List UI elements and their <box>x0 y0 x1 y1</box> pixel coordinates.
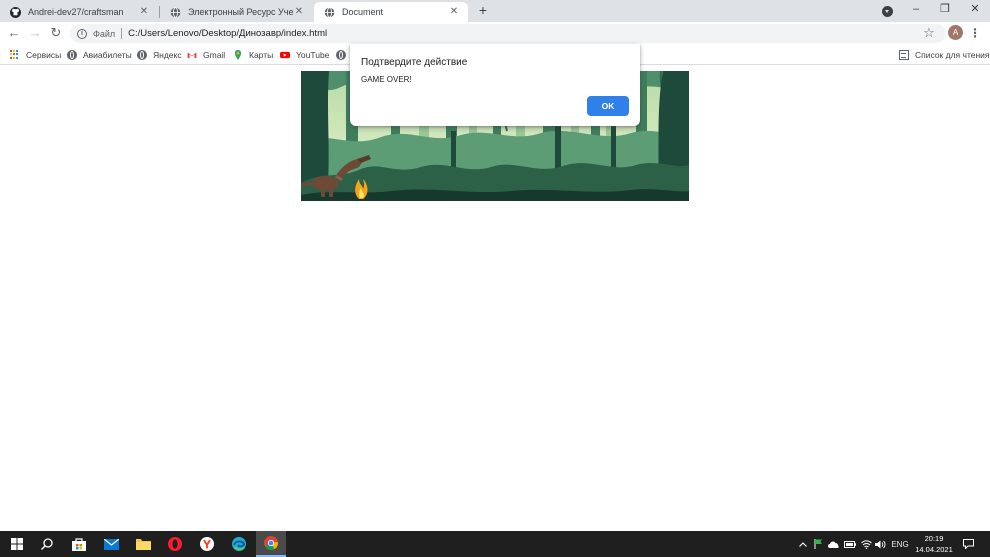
back-arrow-icon[interactable]: ← <box>6 25 22 41</box>
volume-icon[interactable] <box>874 531 887 557</box>
flag-icon[interactable] <box>812 531 824 557</box>
minimize-button[interactable]: – <box>901 0 931 20</box>
bookmark-label: Сервисы <box>26 49 62 60</box>
language-indicator[interactable]: ENG <box>889 531 911 557</box>
bookmark-star-icon[interactable]: ☆ <box>921 25 937 41</box>
tab-title: Document <box>342 7 384 17</box>
onedrive-cloud-icon[interactable] <box>827 531 841 557</box>
bookmark-avia[interactable]: Авиабилеты <box>67 48 132 61</box>
tab-title: Andrei-dev27/craftsman <box>28 7 124 17</box>
omnibox-divider <box>121 28 123 39</box>
ok-button[interactable]: OK <box>587 96 629 116</box>
alert-dialog: Подтвердите действие GAME OVER! OK <box>350 44 640 126</box>
bookmark-services[interactable]: Сервисы <box>10 48 61 61</box>
close-tab-icon[interactable]: ✕ <box>138 6 150 18</box>
bookmark-label: Авиабилеты <box>83 49 132 60</box>
edge-icon[interactable] <box>224 531 254 557</box>
youtube-icon <box>280 51 290 58</box>
notification-center-icon[interactable] <box>960 531 976 557</box>
forward-arrow-icon[interactable]: → <box>27 25 43 41</box>
search-icon[interactable] <box>32 531 62 557</box>
system-clock[interactable]: 20:19 14.04.2021 <box>912 533 956 555</box>
reading-list-icon <box>899 49 909 60</box>
store-icon[interactable] <box>64 531 94 557</box>
close-tab-icon[interactable]: ✕ <box>293 6 305 18</box>
bookmark-label: Яндекс <box>153 49 182 60</box>
new-tab-button[interactable]: + <box>475 3 491 19</box>
clock-date: 14.04.2021 <box>915 545 953 554</box>
tab-github[interactable]: Andrei-dev27/craftsman ✕ <box>0 2 158 22</box>
wifi-icon[interactable] <box>859 531 873 557</box>
bookmark-label: Карты <box>249 49 274 60</box>
file-explorer-icon[interactable] <box>128 531 158 557</box>
dialog-message: GAME OVER! <box>361 75 412 84</box>
address-bar[interactable]: i Файл C:/Users/Lenovo/Desktop/Динозавр/… <box>70 24 946 43</box>
bookmark-label: YouTube <box>296 49 330 60</box>
close-tab-icon[interactable]: ✕ <box>448 6 460 18</box>
tab-strip: Andrei-dev27/craftsman ✕ Электронный Рес… <box>0 0 990 22</box>
clock-time: 20:19 <box>924 534 944 543</box>
tray-chevron-up-icon[interactable] <box>797 531 809 557</box>
globe-icon <box>324 6 335 18</box>
bookmark-maps[interactable]: Карты <box>233 48 273 61</box>
windows-start-icon[interactable] <box>2 531 32 557</box>
scheme-label: Файл <box>93 28 116 39</box>
mail-icon[interactable] <box>96 531 126 557</box>
bookmark-youtube[interactable]: YouTube <box>280 48 329 61</box>
battery-icon[interactable] <box>843 531 857 557</box>
maps-pin-icon <box>234 49 242 60</box>
bookmark-gmail[interactable]: Gmail <box>187 48 225 61</box>
reading-list-label: Список для чтения <box>915 49 990 60</box>
toolbar: ← → ↻ i Файл C:/Users/Lenovo/Desktop/Дин… <box>0 22 990 44</box>
gmail-icon <box>187 51 197 58</box>
github-icon <box>10 6 21 18</box>
yandex-browser-icon[interactable] <box>192 531 222 557</box>
url-text[interactable]: C:/Users/Lenovo/Desktop/Динозавр/index.h… <box>128 28 327 39</box>
globe-icon <box>137 49 147 60</box>
info-icon[interactable]: i <box>77 28 87 39</box>
reading-list-button[interactable]: Список для чтения <box>899 48 990 61</box>
chrome-icon[interactable] <box>256 531 286 557</box>
tab-document[interactable]: Document ✕ <box>314 2 468 22</box>
maximize-button[interactable]: ❐ <box>930 0 960 20</box>
reload-icon[interactable]: ↻ <box>48 25 64 41</box>
dialog-title: Подтвердите действие <box>361 57 468 68</box>
globe-icon <box>170 6 181 18</box>
apps-grid-icon <box>10 49 20 60</box>
close-window-button[interactable]: ✕ <box>960 0 990 20</box>
taskbar: ENG 20:19 14.04.2021 <box>0 531 990 557</box>
bookmark-yandex[interactable]: Яндекс <box>137 48 182 61</box>
tab-search-icon[interactable] <box>882 6 893 17</box>
menu-dots-icon[interactable]: ⋮ <box>968 25 982 41</box>
opera-icon[interactable] <box>160 531 190 557</box>
tab-resource[interactable]: Электронный Ресурс Учебных Д ✕ <box>160 2 313 22</box>
tab-title: Электронный Ресурс Учебных Д <box>188 7 293 17</box>
globe-icon <box>67 49 77 60</box>
globe-icon <box>336 49 346 60</box>
bookmark-label: Gmail <box>203 49 226 60</box>
profile-avatar[interactable]: A <box>948 25 963 40</box>
